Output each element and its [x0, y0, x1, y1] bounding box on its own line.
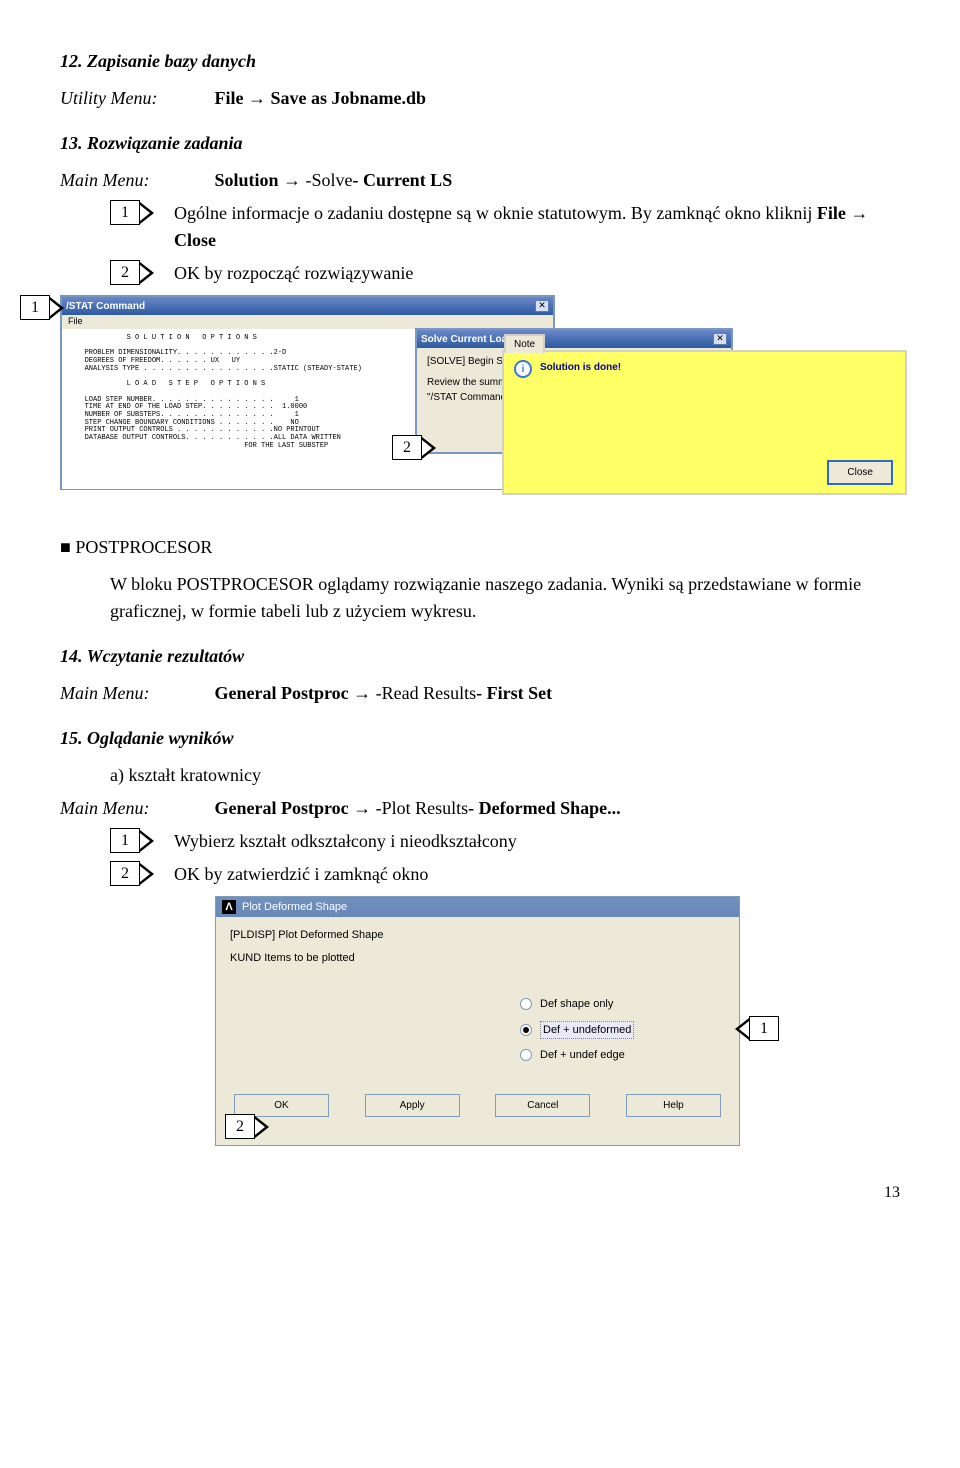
main-label: Main Menu: — [60, 795, 210, 822]
text: Solution — [215, 170, 279, 190]
plot-title: Plot Deformed Shape — [242, 899, 347, 916]
callout-1: 1 — [110, 828, 154, 853]
close-icon[interactable]: ✕ — [713, 333, 727, 345]
utility-menu-row: Utility Menu: File → Save as Jobname.db — [60, 85, 900, 112]
callout-1-float: 1 — [20, 295, 64, 320]
callout-2-float: 2 — [392, 435, 436, 460]
plot-kund: KUND Items to be plotted — [230, 950, 725, 967]
radio-icon[interactable] — [520, 1024, 532, 1036]
callout-label: 2 — [392, 435, 422, 460]
callout-label: 1 — [110, 200, 140, 225]
postprocesor-heading: ■ POSTPROCESOR — [60, 534, 900, 561]
main-menu-row-solve: Main Menu: Solution → -Solve- Current LS — [60, 167, 900, 194]
text: File — [817, 203, 846, 223]
radio-label: Def shape only — [540, 996, 613, 1013]
lister-title: /STAT Command — [66, 299, 145, 314]
step-15-1: 1 Wybierz kształt odkształcony i nieodks… — [110, 828, 900, 855]
plot-action: General Postproc → -Plot Results- Deform… — [215, 798, 621, 818]
plot-cmd: [PLDISP] Plot Deformed Shape — [230, 927, 725, 944]
text: - Current LS — [353, 170, 453, 190]
radio-label: Def + undef edge — [540, 1047, 625, 1064]
callout-2: 2 — [110, 260, 154, 285]
save-as-action: File → Save as Jobname.db — [215, 88, 427, 108]
step-15-2: 2 OK by zatwierdzić i zamknąć okno — [110, 861, 900, 888]
section-12-title: 12. Zapisanie bazy danych — [60, 48, 900, 75]
text: - Deformed Shape... — [468, 798, 620, 818]
text: Close — [174, 230, 216, 250]
text: - First Set — [476, 683, 552, 703]
read-action: General Postproc → -Read Results- First … — [215, 683, 553, 703]
callout-2: 2 — [110, 861, 154, 886]
lister-titlebar[interactable]: /STAT Command ✕ — [62, 297, 553, 315]
main-menu-row-plot: Main Menu: General Postproc → -Plot Resu… — [60, 795, 900, 822]
section-15-title: 15. Oglądanie wyników — [60, 725, 900, 752]
lambda-icon: Λ — [222, 900, 236, 914]
postprocesor-para: W bloku POSTPROCESOR oglądamy rozwiązani… — [110, 571, 900, 625]
note-tab: Note — [504, 334, 545, 353]
step-13-2: 2 OK by rozpocząć rozwiązywanie — [110, 260, 900, 287]
plot-dialog-wrap: Λ Plot Deformed Shape [PLDISP] Plot Defo… — [215, 896, 775, 1151]
apply-button[interactable]: Apply — [365, 1094, 460, 1117]
solve-action: Solution → -Solve- Current LS — [215, 170, 453, 190]
note-popup[interactable]: Note i Solution is done! Close — [502, 350, 907, 495]
callout-2-float-b: 2 — [225, 1114, 269, 1139]
main-label: Main Menu: — [60, 167, 210, 194]
text: → -Read Results — [349, 683, 477, 703]
radio-def-shape-only[interactable]: Def shape only — [520, 996, 725, 1013]
lister-menubar[interactable]: File — [62, 315, 553, 329]
section-14-title: 14. Wczytanie rezultatów — [60, 643, 900, 670]
plot-titlebar[interactable]: Λ Plot Deformed Shape — [216, 897, 739, 917]
utility-label: Utility Menu: — [60, 85, 210, 112]
note-msg: Solution is done! — [540, 360, 621, 378]
solve-titlebar[interactable]: Solve Current Load Step ✕ — [417, 330, 731, 348]
page-number: 13 — [60, 1181, 900, 1205]
screenshot-composite: 1 /STAT Command ✕ File S O L U T I O N O… — [60, 295, 900, 520]
callout-label: 2 — [225, 1114, 255, 1139]
section-13-title: 13. Rozwiązanie zadania — [60, 130, 900, 157]
close-button[interactable]: Close — [827, 460, 893, 485]
step-13-1: 1 Ogólne informacje o zadaniu dostępne s… — [110, 200, 900, 254]
radio-def-undef-edge[interactable]: Def + undef edge — [520, 1047, 725, 1064]
radio-icon[interactable] — [520, 998, 532, 1010]
step-15-2-text: OK by zatwierdzić i zamknąć okno — [174, 861, 900, 888]
help-button[interactable]: Help — [626, 1094, 721, 1117]
step-15-1-text: Wybierz kształt odkształcony i nieodkszt… — [174, 828, 900, 855]
callout-1-float-b: 1 — [735, 1016, 779, 1041]
main-label: Main Menu: — [60, 680, 210, 707]
radio-icon[interactable] — [520, 1049, 532, 1061]
plot-dialog[interactable]: Λ Plot Deformed Shape [PLDISP] Plot Defo… — [215, 896, 740, 1146]
close-icon[interactable]: ✕ — [535, 300, 549, 312]
callout-label: 2 — [110, 861, 140, 886]
main-menu-row-read: Main Menu: General Postproc → -Read Resu… — [60, 680, 900, 707]
callout-label: 2 — [110, 260, 140, 285]
section-15-sub-a: a) kształt kratownicy — [110, 762, 900, 789]
cancel-button[interactable]: Cancel — [495, 1094, 590, 1117]
info-icon: i — [514, 360, 532, 378]
radio-label: Def + undeformed — [540, 1021, 634, 1040]
text: General Postproc — [215, 683, 349, 703]
text: → -Solve — [279, 170, 353, 190]
step-13-2-text: OK by rozpocząć rozwiązywanie — [174, 260, 900, 287]
plot-radio-group: Def shape only Def + undeformed Def + un… — [520, 996, 725, 1064]
callout-label: 1 — [749, 1016, 779, 1041]
text: → -Plot Results — [349, 798, 469, 818]
text: General Postproc — [215, 798, 349, 818]
callout-label: 1 — [20, 295, 50, 320]
callout-label: 1 — [110, 828, 140, 853]
step-13-1-text: Ogólne informacje o zadaniu dostępne są … — [174, 200, 900, 254]
callout-1: 1 — [110, 200, 154, 225]
radio-def-undeformed[interactable]: Def + undeformed — [520, 1021, 725, 1040]
